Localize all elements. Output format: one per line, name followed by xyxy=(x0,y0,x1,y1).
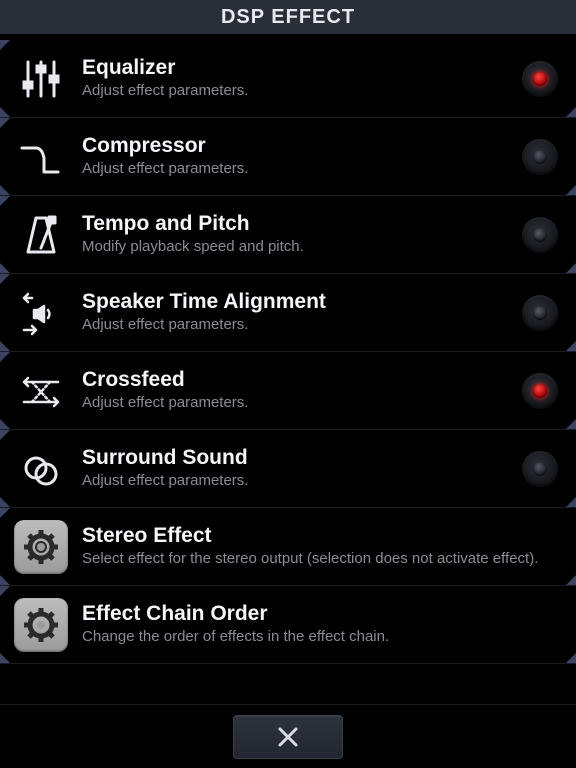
item-subtitle: Adjust effect parameters. xyxy=(82,82,508,101)
toggle-surround[interactable] xyxy=(522,451,558,487)
gear-icon xyxy=(14,520,68,574)
close-icon xyxy=(274,723,302,751)
item-title: Compressor xyxy=(82,134,508,158)
list-item[interactable]: Crossfeed Adjust effect parameters. xyxy=(0,352,576,430)
item-subtitle: Adjust effect parameters. xyxy=(82,160,508,179)
item-title: Equalizer xyxy=(82,56,508,80)
item-title: Tempo and Pitch xyxy=(82,212,508,236)
item-subtitle: Modify playback speed and pitch. xyxy=(82,238,508,257)
toggle-speaker-alignment[interactable] xyxy=(522,295,558,331)
toggle-tempo-pitch[interactable] xyxy=(522,217,558,253)
page-title: DSP EFFECT xyxy=(0,0,576,34)
list-item[interactable]: Surround Sound Adjust effect parameters. xyxy=(0,430,576,508)
effect-list: Equalizer Adjust effect parameters. Comp… xyxy=(0,34,576,664)
toggle-crossfeed[interactable] xyxy=(522,373,558,409)
item-subtitle: Change the order of effects in the effec… xyxy=(82,628,562,647)
speaker-alignment-icon xyxy=(14,286,68,340)
gear-icon xyxy=(14,598,68,652)
item-title: Stereo Effect xyxy=(82,524,562,548)
toggle-compressor[interactable] xyxy=(522,139,558,175)
list-item[interactable]: Compressor Adjust effect parameters. xyxy=(0,118,576,196)
list-item[interactable]: Stereo Effect Select effect for the ster… xyxy=(0,508,576,586)
item-subtitle: Adjust effect parameters. xyxy=(82,316,508,335)
list-item[interactable]: Tempo and Pitch Modify playback speed an… xyxy=(0,196,576,274)
equalizer-icon xyxy=(14,52,68,106)
crossfeed-icon xyxy=(14,364,68,418)
list-item[interactable]: Speaker Time Alignment Adjust effect par… xyxy=(0,274,576,352)
item-subtitle: Adjust effect parameters. xyxy=(82,472,508,491)
item-subtitle: Adjust effect parameters. xyxy=(82,394,508,413)
item-title: Crossfeed xyxy=(82,368,508,392)
list-item[interactable]: Effect Chain Order Change the order of e… xyxy=(0,586,576,664)
footer xyxy=(0,704,576,768)
surround-icon xyxy=(14,442,68,496)
item-title: Surround Sound xyxy=(82,446,508,470)
item-subtitle: Select effect for the stereo output (sel… xyxy=(82,550,562,569)
list-item[interactable]: Equalizer Adjust effect parameters. xyxy=(0,40,576,118)
item-title: Effect Chain Order xyxy=(82,602,562,626)
item-title: Speaker Time Alignment xyxy=(82,290,508,314)
metronome-icon xyxy=(14,208,68,262)
toggle-equalizer[interactable] xyxy=(522,61,558,97)
close-button[interactable] xyxy=(233,715,343,759)
compressor-icon xyxy=(14,130,68,184)
